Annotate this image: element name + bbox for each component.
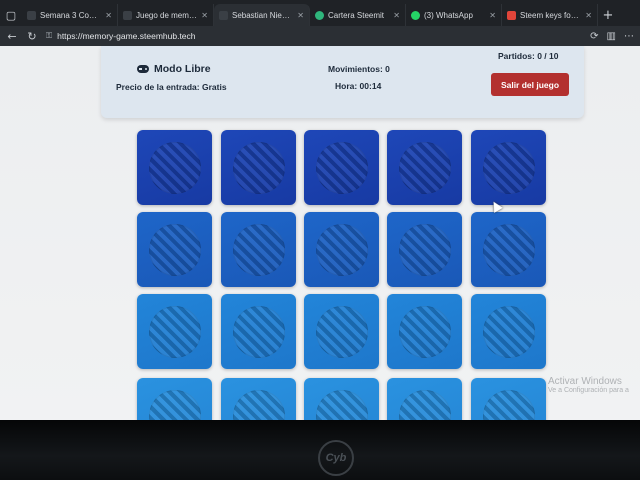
- mode-label: Modo Libre: [154, 63, 211, 75]
- memory-card[interactable]: [471, 212, 546, 287]
- memory-card[interactable]: [471, 378, 546, 420]
- tab-bar: ▢ Semana 3 Concurso ✕ Juego de memoria ✕…: [0, 0, 640, 26]
- card-back-pattern: [315, 141, 368, 194]
- url-field[interactable]: ⚿ https://memory-game.steemhub.tech: [46, 29, 582, 44]
- close-icon[interactable]: ✕: [201, 11, 208, 20]
- memory-card[interactable]: [221, 130, 296, 205]
- browser-actions: ⟳ ▥ ⋯: [590, 31, 634, 42]
- card-back-pattern: [315, 389, 368, 420]
- tab-sebastian-nieves[interactable]: Sebastian Nieves (C ✕: [214, 4, 310, 26]
- entry-price: Precio de la entrada: Gratis: [116, 82, 227, 92]
- monitor-logo: Cyb: [318, 440, 354, 476]
- timer: Hora: 00:14: [335, 81, 382, 91]
- card-back-pattern: [148, 305, 201, 358]
- memory-card[interactable]: [221, 294, 296, 369]
- memory-card[interactable]: [137, 294, 212, 369]
- mode-title: Modo Libre: [137, 63, 211, 75]
- tab-favicon-icon: [27, 10, 36, 20]
- lock-icon[interactable]: ⚿: [46, 31, 52, 41]
- whatsapp-favicon-icon: [411, 10, 420, 20]
- card-back-pattern: [482, 305, 535, 358]
- moves-counter: Movimientos: 0: [328, 64, 390, 74]
- card-back-pattern: [315, 223, 368, 276]
- card-back-pattern: [398, 223, 451, 276]
- url-text: https://memory-game.steemhub.tech: [57, 31, 196, 41]
- memory-card[interactable]: [471, 294, 546, 369]
- tab-favicon-icon: [123, 10, 132, 20]
- monitor-bezel: Cyb: [0, 420, 640, 480]
- memory-card[interactable]: [304, 378, 379, 420]
- memory-card[interactable]: [137, 212, 212, 287]
- menu-icon[interactable]: ⋯: [624, 31, 634, 42]
- close-icon[interactable]: ✕: [105, 11, 112, 20]
- game-header: Modo Libre Precio de la entrada: Gratis …: [101, 46, 584, 118]
- card-back-pattern: [232, 389, 285, 420]
- card-back-pattern: [148, 223, 201, 276]
- windows-activation-watermark: Activar Windows Ve a Configuración para …: [548, 376, 629, 394]
- memory-card[interactable]: [387, 294, 462, 369]
- tab-label: Juego de memoria: [136, 10, 198, 20]
- address-bar: ← ↻ ⚿ https://memory-game.steemhub.tech …: [0, 26, 640, 46]
- new-tab-button[interactable]: +: [598, 4, 618, 26]
- sidebar-icon[interactable]: ▥: [607, 31, 616, 42]
- card-back-pattern: [148, 389, 201, 420]
- window-menu-icon[interactable]: ▢: [0, 4, 22, 26]
- tab-steem-keys[interactable]: Steem keys for Gu ✕: [502, 4, 598, 26]
- steemit-favicon-icon: [315, 10, 324, 20]
- tab-label: (3) WhatsApp: [424, 10, 473, 20]
- page: Modo Libre Precio de la entrada: Gratis …: [0, 46, 640, 420]
- screen: ▢ Semana 3 Concurso ✕ Juego de memoria ✕…: [0, 0, 640, 420]
- memory-card[interactable]: [471, 130, 546, 205]
- card-back-pattern: [232, 141, 285, 194]
- memory-card[interactable]: [137, 378, 212, 420]
- memory-card[interactable]: [304, 130, 379, 205]
- card-back-pattern: [482, 389, 535, 420]
- memory-card[interactable]: [387, 212, 462, 287]
- memory-card[interactable]: [221, 378, 296, 420]
- card-back-pattern: [398, 141, 451, 194]
- reload-icon[interactable]: ↻: [26, 30, 38, 43]
- memory-card[interactable]: [387, 378, 462, 420]
- tab-favicon-icon: [219, 10, 228, 20]
- memory-card[interactable]: [304, 212, 379, 287]
- card-back-pattern: [482, 223, 535, 276]
- games-counter: Partidos: 0 / 10: [498, 51, 559, 61]
- tab-label: Semana 3 Concurso: [40, 10, 101, 20]
- card-back-pattern: [232, 305, 285, 358]
- tab-cartera-steemit[interactable]: Cartera Steemit ✕: [310, 4, 406, 26]
- memory-card[interactable]: [221, 212, 296, 287]
- card-back-pattern: [232, 223, 285, 276]
- close-icon[interactable]: ✕: [297, 11, 304, 20]
- tab-label: Steem keys for Gu: [520, 10, 582, 20]
- back-icon[interactable]: ←: [6, 30, 18, 43]
- memory-card[interactable]: [387, 130, 462, 205]
- memory-card[interactable]: [304, 294, 379, 369]
- exit-game-button[interactable]: Salir del juego: [491, 73, 569, 96]
- close-icon[interactable]: ✕: [393, 11, 400, 20]
- close-icon[interactable]: ✕: [585, 11, 592, 20]
- memory-card[interactable]: [137, 130, 212, 205]
- tab-juego-de-memoria[interactable]: Juego de memoria ✕: [118, 4, 214, 26]
- tab-label: Sebastian Nieves (C: [232, 10, 294, 20]
- tab-label: Cartera Steemit: [328, 10, 385, 20]
- card-back-pattern: [148, 141, 201, 194]
- tab-favicon-icon: [507, 10, 516, 20]
- card-back-pattern: [398, 389, 451, 420]
- card-back-pattern: [398, 305, 451, 358]
- tab-semana-3[interactable]: Semana 3 Concurso ✕: [22, 4, 118, 26]
- gamepad-icon: [137, 65, 149, 73]
- watermark-subtitle: Ve a Configuración para a: [548, 387, 629, 394]
- card-back-pattern: [482, 141, 535, 194]
- close-icon[interactable]: ✕: [489, 11, 496, 20]
- extensions-icon[interactable]: ⟳: [590, 31, 598, 42]
- card-back-pattern: [315, 305, 368, 358]
- tab-whatsapp[interactable]: (3) WhatsApp ✕: [406, 4, 502, 26]
- watermark-title: Activar Windows: [548, 376, 622, 387]
